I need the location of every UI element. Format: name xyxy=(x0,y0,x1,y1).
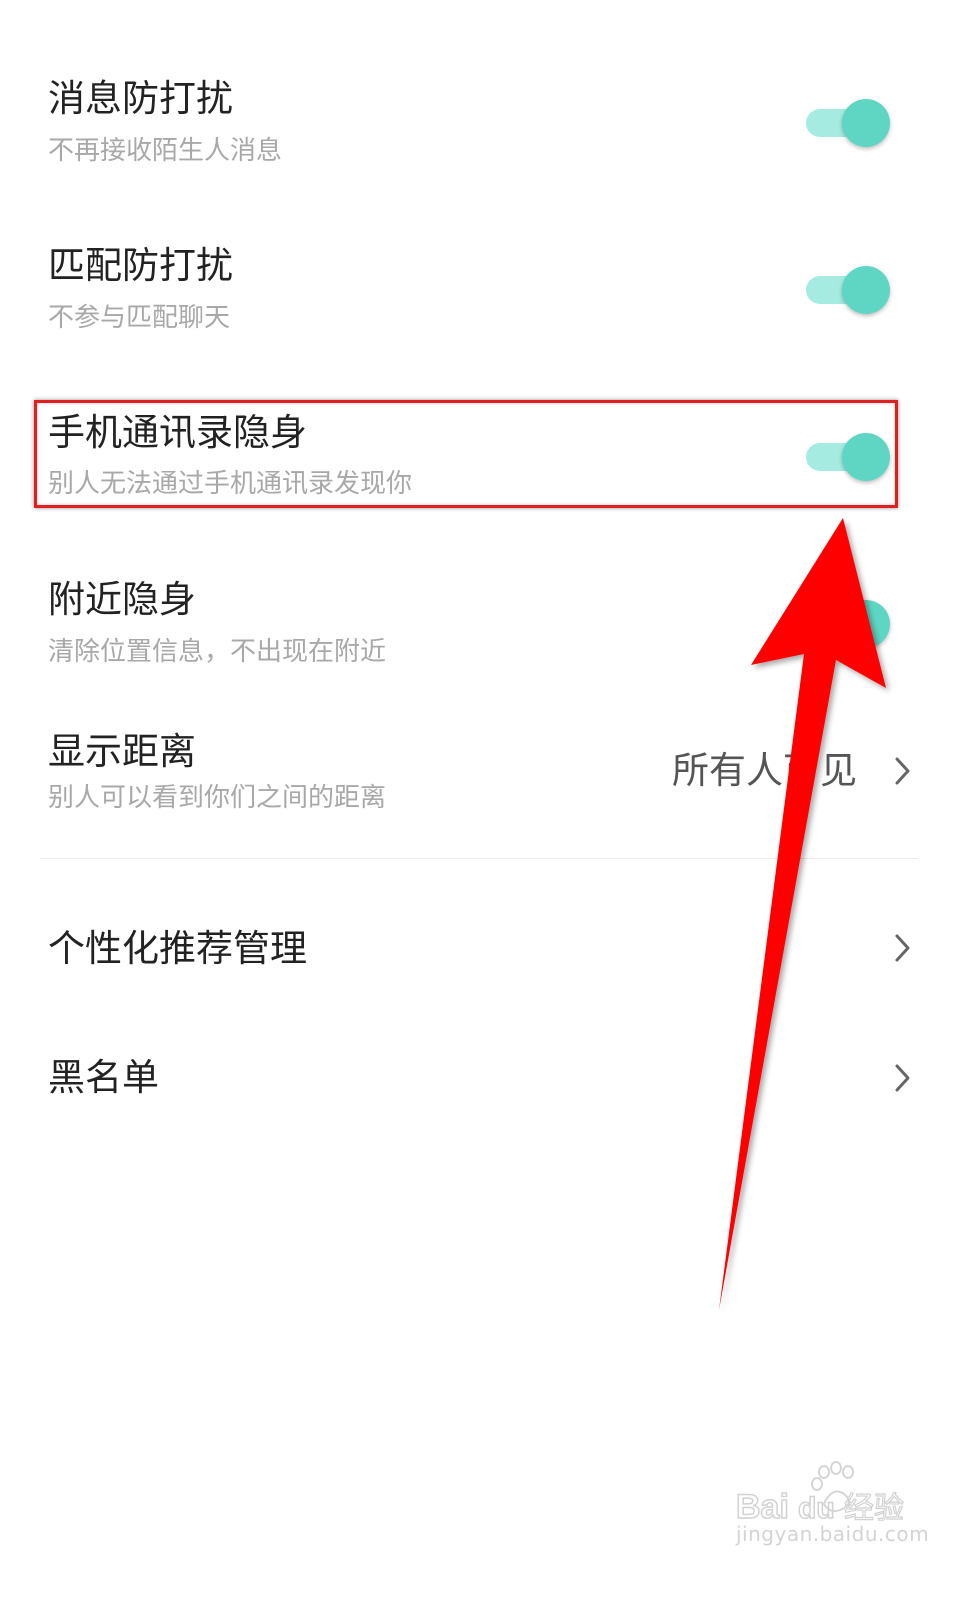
svg-text:du: du xyxy=(798,1492,835,1525)
setting-subtitle: 不再接收陌生人消息 xyxy=(48,136,283,166)
toggle-thumb xyxy=(842,266,890,314)
toggle-thumb xyxy=(842,600,890,648)
toggle-switch[interactable] xyxy=(806,98,890,148)
highlight-box xyxy=(34,400,898,508)
chevron-right-icon xyxy=(895,757,910,785)
toggle-switch[interactable] xyxy=(806,265,890,315)
chevron-right-icon xyxy=(895,934,910,962)
setting-title: 个性化推荐管理 xyxy=(48,927,307,970)
setting-subtitle: 别人可以看到你们之间的距离 xyxy=(48,783,387,813)
watermark-url: jingyan.baidu.com xyxy=(736,1522,930,1546)
setting-title: 消息防打扰 xyxy=(48,77,233,120)
setting-subtitle: 不参与匹配聊天 xyxy=(48,303,231,333)
setting-title: 黑名单 xyxy=(48,1056,159,1099)
toggle-thumb xyxy=(842,99,890,147)
setting-value: 所有人可见 xyxy=(672,749,857,792)
section-divider xyxy=(40,858,918,859)
toggle-switch[interactable] xyxy=(806,599,890,649)
setting-title: 显示距离 xyxy=(48,730,196,773)
svg-text:Bai: Bai xyxy=(736,1488,789,1526)
setting-subtitle: 清除位置信息，不出现在附近 xyxy=(48,637,387,667)
svg-text:经验: 经验 xyxy=(844,1491,904,1526)
setting-title: 附近隐身 xyxy=(48,578,196,621)
chevron-right-icon xyxy=(895,1064,910,1092)
setting-title: 匹配防打扰 xyxy=(48,244,233,287)
